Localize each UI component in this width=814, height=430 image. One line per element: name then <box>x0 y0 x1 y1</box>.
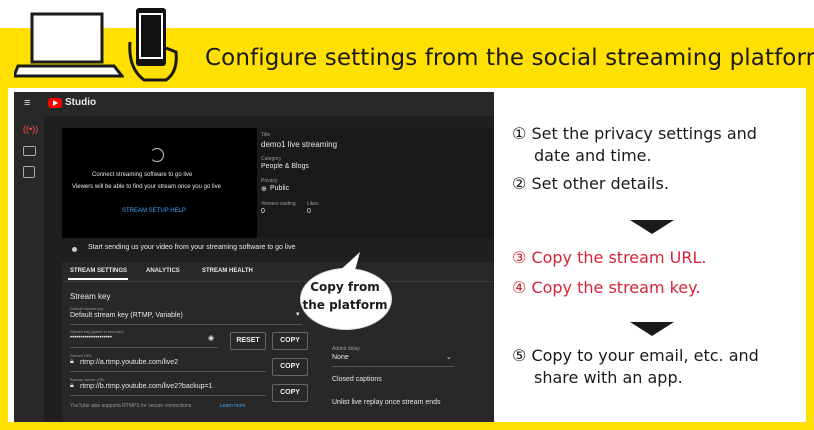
studio-window: ≡ Studio ((•)) Connect streaming softwar… <box>14 92 494 422</box>
copy-url-button[interactable]: COPY <box>272 358 308 376</box>
stream-key-heading: Stream key <box>70 292 111 301</box>
step-text: Copy the stream key. <box>531 278 701 297</box>
live-icon[interactable]: ((•)) <box>23 124 38 134</box>
tab-analytics[interactable]: ANALYTICS <box>146 268 180 274</box>
title-label: Title <box>261 132 271 138</box>
eye-icon[interactable]: ◉ <box>208 334 214 342</box>
privacy-value: Public <box>270 185 290 192</box>
copy-backup-button[interactable]: COPY <box>272 384 308 402</box>
step-number: ④ <box>512 278 527 297</box>
lock-icon: 🔒︎ <box>70 358 74 365</box>
step-text: Copy to your email, etc. and <box>531 346 759 365</box>
stream-title: demo1 live streaming <box>261 140 338 149</box>
rtmps-note: YouTube also supports RTMPS for secure c… <box>70 403 193 409</box>
delay-value: None <box>332 354 349 361</box>
tab-divider <box>62 281 494 282</box>
settings-panel: STREAM SETTINGS ANALYTICS STREAM HEALTH … <box>62 262 494 422</box>
backup-url-field[interactable]: 🔒︎ rtmp://b.rtmp.youtube.com/live2?backu… <box>70 381 266 396</box>
stream-key-input[interactable]: •••••••••••••••••••• ◉ <box>70 333 218 348</box>
dropdown-icon: ▾ <box>296 311 300 318</box>
step-3: ③ Copy the stream URL. <box>512 248 706 267</box>
tab-stream-settings[interactable]: STREAM SETTINGS <box>70 268 127 274</box>
laptop-icon <box>14 12 124 78</box>
step-1-cont: date and time. <box>534 146 652 165</box>
likes-value: 0 <box>307 208 311 215</box>
tab-stream-health[interactable]: STREAM HEALTH <box>202 268 253 274</box>
url-value: rtmp://a.rtmp.youtube.com/live2 <box>80 359 179 366</box>
step-2: ② Set other details. <box>512 174 669 193</box>
menu-icon[interactable]: ≡ <box>24 97 30 109</box>
dropdown-icon: ⌄ <box>446 354 452 361</box>
stream-info: Title demo1 live streaming Category Peop… <box>257 128 494 238</box>
loading-spinner <box>150 148 164 162</box>
step-text: Set the privacy settings and <box>531 124 757 143</box>
privacy-label: Privacy <box>261 178 278 184</box>
reset-button[interactable]: RESET <box>230 332 266 350</box>
category-value: People & Blogs <box>261 163 309 170</box>
active-tab-underline <box>68 278 128 280</box>
callout-line1: Copy from <box>310 280 380 294</box>
callout-line2: the platform <box>302 298 388 312</box>
frame-bottom <box>0 422 814 430</box>
frame-left <box>0 88 8 430</box>
step-number: ② <box>512 174 527 193</box>
key-value: •••••••••••••••••••• <box>70 335 113 341</box>
learn-more-link[interactable]: Learn more <box>220 403 246 409</box>
status-row: Start sending us your video from your st… <box>62 238 494 262</box>
viewers-label: Viewers waiting <box>261 201 296 207</box>
globe-icon: ⊕ <box>261 186 267 193</box>
bubble-tail <box>336 252 360 274</box>
step-text: Set other details. <box>531 174 669 193</box>
down-arrow-icon <box>630 322 674 336</box>
camera-icon[interactable] <box>23 146 36 156</box>
status-text: Start sending us your video from your st… <box>88 244 296 251</box>
preview-message: Connect streaming software to go live <box>92 172 193 178</box>
youtube-logo[interactable] <box>48 98 62 108</box>
calendar-icon[interactable] <box>23 166 35 178</box>
stream-url-field[interactable]: 🔒︎ rtmp://a.rtmp.youtube.com/live2 <box>70 357 266 372</box>
step-text: Copy the stream URL. <box>531 248 707 267</box>
viewers-value: 0 <box>261 208 265 215</box>
stream-key-select[interactable]: Default stream key (RTMP, Variable) ▾ <box>70 310 302 325</box>
studio-sidebar: ((•)) <box>14 116 44 422</box>
down-arrow-icon <box>630 220 674 234</box>
studio-brand: Studio <box>65 97 97 108</box>
frame-right <box>806 88 814 430</box>
step-5: ⑤ Copy to your email, etc. and <box>512 346 759 365</box>
step-4: ④ Copy the stream key. <box>512 278 700 297</box>
step-number: ③ <box>512 248 527 267</box>
setup-help-link[interactable]: STREAM SETUP HELP <box>122 208 186 214</box>
page-heading: Configure settings from the social strea… <box>205 45 814 71</box>
backup-value: rtmp://b.rtmp.youtube.com/live2?backup=1 <box>80 383 213 390</box>
status-dot <box>72 247 77 252</box>
preview-subtext: Viewers will be able to find your stream… <box>72 184 221 190</box>
step-number: ⑤ <box>512 346 527 365</box>
category-label: Category <box>261 156 282 162</box>
stream-preview: Connect streaming software to go live Vi… <box>62 128 257 238</box>
studio-topbar: ≡ Studio <box>14 92 494 116</box>
likes-label: Likes <box>307 201 319 207</box>
smartphone-icon <box>128 8 178 82</box>
captions-option[interactable]: Closed captions <box>332 376 382 383</box>
step-1: ① Set the privacy settings and <box>512 124 757 143</box>
copy-key-button[interactable]: COPY <box>272 332 308 350</box>
lock-icon: 🔒︎ <box>70 382 74 389</box>
unlist-option[interactable]: Unlist live replay once stream ends <box>332 399 441 406</box>
step-number: ① <box>512 124 527 143</box>
step-5-cont: share with an app. <box>534 368 683 387</box>
latency-select[interactable]: None ⌄ <box>332 352 454 367</box>
select-value: Default stream key (RTMP, Variable) <box>70 312 183 319</box>
